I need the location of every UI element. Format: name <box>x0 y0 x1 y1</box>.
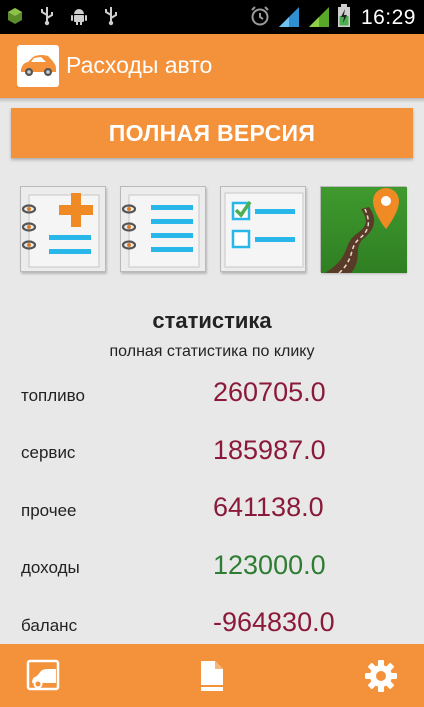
stat-label-other: прочее <box>21 501 77 520</box>
notification-icons <box>6 6 120 26</box>
stat-value-service: 185987.0 <box>213 435 326 465</box>
battery-charging-icon <box>337 4 351 32</box>
list-icon <box>121 194 200 268</box>
stat-value-fuel: 260705.0 <box>213 377 326 407</box>
add-note-icon <box>21 193 100 268</box>
stat-label-income: доходы <box>21 558 80 577</box>
settings-button[interactable] <box>361 656 401 696</box>
action-bar-shadow <box>0 98 424 103</box>
stats-subtitle[interactable]: полная статистика по клику <box>0 343 424 361</box>
signal-icon-2 <box>307 5 331 31</box>
full-version-label: ПОЛНАЯ ВЕРСИЯ <box>108 119 316 146</box>
usb-icon <box>38 6 56 26</box>
stat-value-other: 641138.0 <box>213 492 324 522</box>
android-icon <box>70 6 88 26</box>
expense-list-tile[interactable] <box>120 186 206 272</box>
checklist-icon <box>224 192 304 268</box>
status-clock: 16:29 <box>360 6 416 29</box>
app-title: Расходы авто <box>66 52 213 78</box>
map-tile[interactable] <box>320 186 407 273</box>
action-bar: Расходы авто <box>0 34 424 98</box>
checklist-tile[interactable] <box>220 186 306 272</box>
stats-title[interactable]: статистика <box>0 308 424 334</box>
map-route-icon <box>321 187 407 273</box>
stat-value-balance: -964830.0 <box>213 607 335 637</box>
car-button[interactable] <box>24 656 64 696</box>
full-version-button[interactable]: ПОЛНАЯ ВЕРСИЯ <box>11 108 413 158</box>
document-icon <box>201 661 223 691</box>
bottom-bar <box>0 644 424 707</box>
document-button[interactable] <box>192 656 232 696</box>
add-expense-tile[interactable] <box>20 186 106 272</box>
app-logo-icon[interactable] <box>17 45 59 87</box>
gear-icon <box>365 660 397 692</box>
car-icon <box>26 659 60 691</box>
stat-label-fuel: топливо <box>21 386 85 405</box>
cube-icon <box>6 6 24 26</box>
alarm-icon <box>249 5 271 31</box>
usb-icon-2 <box>102 6 120 26</box>
status-bar: 16:29 <box>0 0 424 34</box>
stat-value-income: 123000.0 <box>213 550 326 580</box>
stat-label-service: сервис <box>21 443 76 462</box>
stat-label-balance: баланс <box>21 616 78 635</box>
system-icons: 16:29 <box>249 4 416 32</box>
signal-icon <box>277 5 301 31</box>
